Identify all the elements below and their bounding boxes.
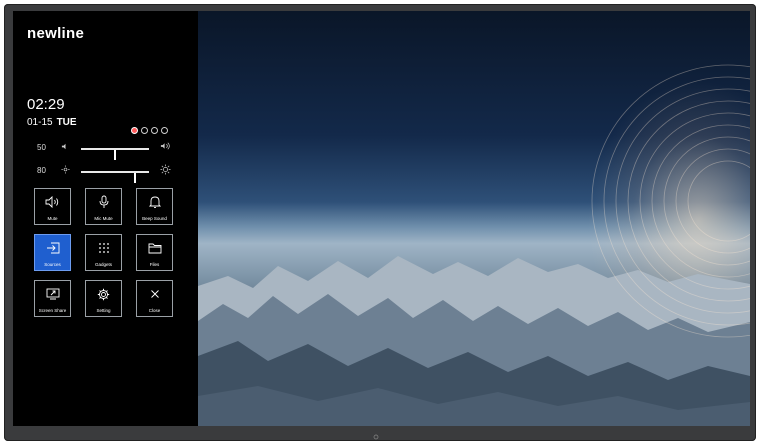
volume-slider[interactable] (81, 148, 149, 160)
help-icon[interactable] (161, 127, 168, 134)
brightness-low-icon (61, 165, 70, 176)
clock-time: 02:29 (27, 96, 65, 113)
input-source-icon (46, 241, 60, 255)
status-icons (131, 127, 168, 134)
screen-icon[interactable] (151, 127, 158, 134)
microphone-icon (98, 195, 110, 209)
mic-mute-tile[interactable]: Mic Mute (85, 188, 122, 225)
gear-icon (97, 287, 110, 301)
weekday: TUE (56, 117, 77, 128)
control-panel: newline 02:29 01-15 TUE 50 80 Mute Mic M… (13, 11, 198, 426)
volume-value: 50 (37, 143, 46, 152)
volume-high-icon (160, 141, 171, 154)
volume-slider-handle[interactable] (114, 150, 116, 160)
mic-mute-label: Mic Mute (94, 216, 113, 221)
power-indicator-icon (372, 434, 380, 442)
files-label: Files (149, 262, 160, 267)
pen-icon[interactable] (141, 127, 148, 134)
close-label: Close (148, 308, 161, 313)
record-icon[interactable] (131, 127, 138, 134)
mute-label: Mute (47, 216, 58, 221)
brightness-high-icon (160, 164, 171, 178)
grid-icon (98, 241, 110, 255)
volume-low-icon (61, 142, 70, 153)
screen-share-icon (46, 287, 60, 301)
files-tile[interactable]: Files (136, 234, 173, 271)
display-screen: newline 02:29 01-15 TUE 50 80 Mute Mic M… (13, 11, 750, 426)
brightness-value: 80 (37, 166, 46, 175)
sources-tile[interactable]: Sources (34, 234, 71, 271)
beep-sound-label: Beep Sound (142, 216, 167, 221)
gadgets-tile[interactable]: Gadgets (85, 234, 122, 271)
screen-share-tile[interactable]: Screen Share (34, 280, 71, 317)
date-value: 01-15 (27, 117, 53, 128)
close-icon (150, 287, 160, 301)
setting-tile[interactable]: Setting (85, 280, 122, 317)
brightness-slider-row: 80 (13, 164, 198, 183)
brand-logo: newline (27, 25, 85, 42)
volume-slider-row: 50 (13, 141, 198, 160)
light-arcs-decoration (591, 64, 750, 338)
gadgets-label: Gadgets (94, 262, 112, 267)
beep-sound-tile[interactable]: Beep Sound (136, 188, 173, 225)
close-tile[interactable]: Close (136, 280, 173, 317)
brightness-slider[interactable] (81, 171, 149, 183)
clock-date: 01-15 TUE (27, 117, 77, 128)
bell-icon (148, 195, 161, 209)
brightness-slider-handle[interactable] (134, 173, 137, 183)
folder-icon (148, 241, 162, 255)
speaker-icon (45, 195, 61, 209)
wallpaper (198, 11, 750, 426)
mute-tile[interactable]: Mute (34, 188, 71, 225)
sources-label: Sources (44, 262, 61, 267)
setting-label: Setting (96, 308, 111, 313)
screen-share-label: Screen Share (38, 308, 67, 313)
